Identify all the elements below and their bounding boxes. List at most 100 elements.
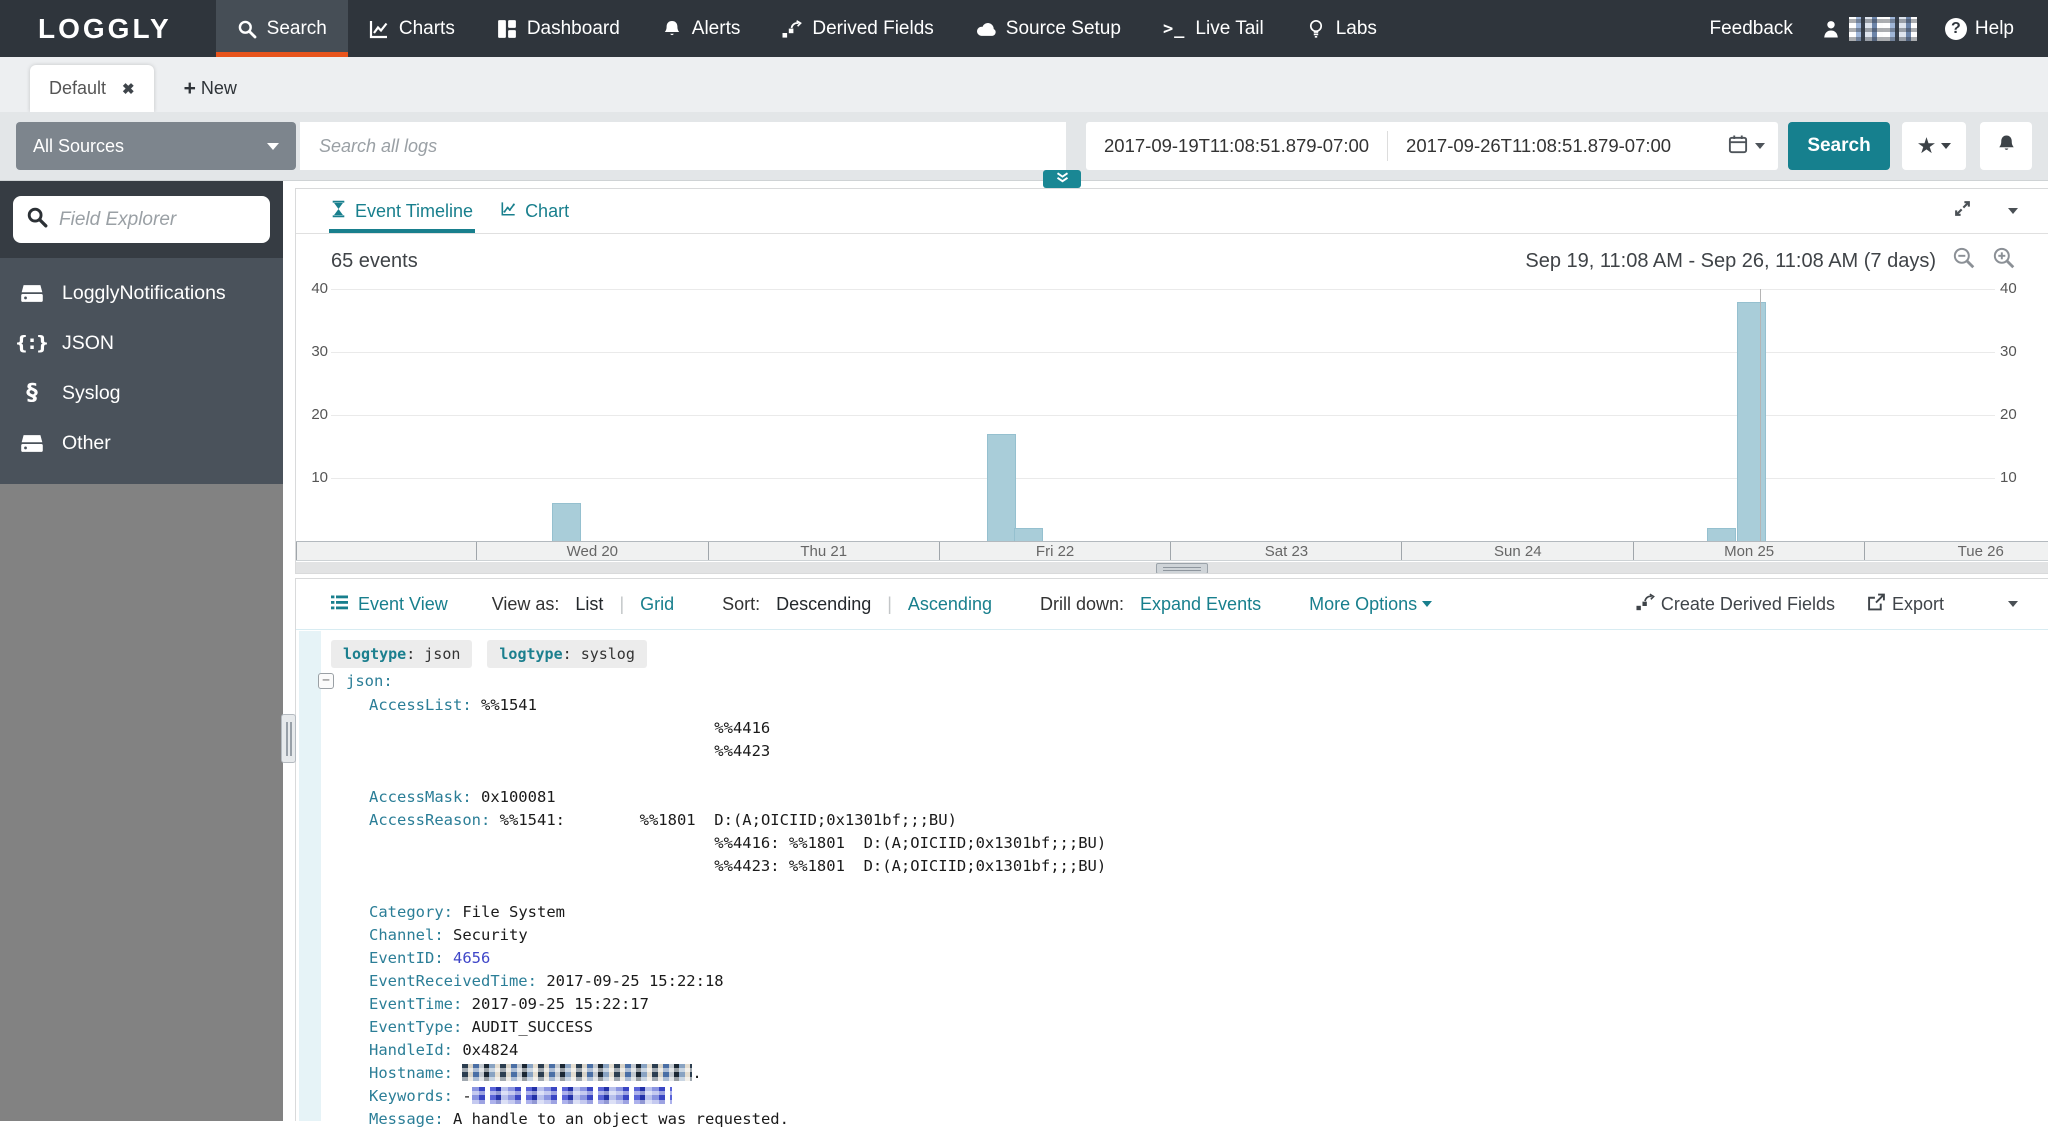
event-row-gutter[interactable] <box>299 631 321 1121</box>
user-menu[interactable] <box>1821 17 1917 41</box>
x-axis-label: Mon 25 <box>1633 542 1864 560</box>
search-row: All Sources 2017-09-19T11:08:51.879-07:0… <box>0 112 2048 181</box>
y-tick-label: 30 <box>2000 343 2030 360</box>
view-as-list[interactable]: List <box>575 594 603 615</box>
search-input[interactable] <box>300 122 1066 170</box>
alerts-bell-button[interactable] <box>1980 122 2032 170</box>
chart-bar[interactable] <box>1737 302 1766 541</box>
chevron-down-icon[interactable] <box>2008 208 2018 214</box>
sidebar-item-label: LogglyNotifications <box>62 282 226 305</box>
logtype-badge[interactable]: logtype: json <box>331 640 472 668</box>
log-line: AccessReason: %%1541: %%1801 D:(A;OICIID… <box>369 809 1106 832</box>
log-key[interactable]: EventID: <box>369 949 453 967</box>
x-axis-label: Thu 21 <box>708 542 939 560</box>
nav-item-search[interactable]: Search <box>216 0 348 57</box>
x-axis-label: Sat 23 <box>1170 542 1401 560</box>
log-value: %%4423 <box>369 742 770 760</box>
log-key[interactable]: EventType: <box>369 1018 472 1036</box>
new-tab-button[interactable]: + New <box>184 65 237 112</box>
chart-line-icon <box>501 200 516 223</box>
log-value: %%1541: %%1801 D:(A;OICIID;0x1301bf;;;BU… <box>500 811 957 829</box>
search-button[interactable]: Search <box>1788 122 1890 170</box>
x-axis-band: Wed 20Thu 21Fri 22Sat 23Sun 24Mon 25Tue … <box>296 541 2048 561</box>
timeline-scrollbar[interactable] <box>296 562 2048 574</box>
log-value: 0x4824 <box>462 1041 518 1059</box>
nav-item-alerts[interactable]: Alerts <box>641 0 762 57</box>
log-value: A handle to an object was requested. <box>453 1110 789 1128</box>
tab-chart[interactable]: Chart <box>501 189 569 233</box>
close-icon[interactable]: ✖ <box>122 80 135 98</box>
labs-icon <box>1306 19 1326 39</box>
all-sources-dropdown[interactable]: All Sources <box>16 122 296 170</box>
bell-icon <box>1996 133 2017 159</box>
collapse-search-bar-button[interactable] <box>1043 170 1081 188</box>
expand-events-link[interactable]: Expand Events <box>1140 594 1261 615</box>
drive-icon <box>19 283 45 304</box>
nav-item-live-tail[interactable]: >_ Live Tail <box>1142 0 1285 57</box>
chevron-double-down-icon <box>1055 170 1070 188</box>
log-key[interactable]: HandleId: <box>369 1041 462 1059</box>
search-icon <box>26 206 48 233</box>
log-key[interactable]: EventTime: <box>369 995 472 1013</box>
nav-item-source-setup[interactable]: Source Setup <box>955 0 1142 57</box>
chart-bar[interactable] <box>552 503 581 541</box>
sidebar-item-json[interactable]: {:} JSON <box>0 318 283 368</box>
saved-searches-button[interactable]: ★ <box>1902 122 1966 170</box>
zoom-out-icon[interactable] <box>1952 246 1976 276</box>
field-explorer-input[interactable] <box>59 209 257 231</box>
json-log-lines: AccessList: %%1541 %%4416 %%4423AccessMa… <box>369 694 1106 1131</box>
sidebar-resize-handle[interactable] <box>281 714 296 763</box>
export-button[interactable]: Export <box>1867 593 1944 616</box>
log-key[interactable]: AccessReason: <box>369 811 500 829</box>
sort-ascending[interactable]: Ascending <box>908 594 992 615</box>
sidebar-item-syslog[interactable]: § Syslog <box>0 368 283 418</box>
source-groups-list: LogglyNotifications {:} JSON § Syslog Ot… <box>0 258 283 484</box>
date-to-field[interactable]: 2017-09-26T11:08:51.879-07:00 <box>1388 135 1689 157</box>
nav-item-label: Derived Fields <box>812 18 933 40</box>
log-key[interactable]: Hostname: <box>369 1064 462 1082</box>
nav-item-derived-fields[interactable]: Derived Fields <box>761 0 954 57</box>
zoom-in-icon[interactable] <box>1992 246 2016 276</box>
chart-bar[interactable] <box>987 434 1016 541</box>
chevron-down-icon[interactable] <box>2008 601 2018 607</box>
collapse-icon[interactable]: − <box>318 673 334 689</box>
log-line: Message: A handle to an object was reque… <box>369 1108 1106 1131</box>
loggly-logo[interactable]: LOGGLY <box>0 0 216 57</box>
create-derived-fields-button[interactable]: Create Derived Fields <box>1636 593 1835 616</box>
nav-item-charts[interactable]: Charts <box>348 0 476 57</box>
event-view-title[interactable]: Event View <box>331 594 448 615</box>
tab-event-timeline[interactable]: Event Timeline <box>331 189 473 233</box>
top-nav: LOGGLY Search Charts Dashboard Alerts <box>0 0 2048 57</box>
log-key[interactable]: Channel: <box>369 926 453 944</box>
view-as-grid[interactable]: Grid <box>640 594 674 615</box>
calendar-picker[interactable] <box>1728 134 1778 159</box>
log-key[interactable]: Message: <box>369 1110 453 1128</box>
chart-bar[interactable] <box>1014 528 1043 541</box>
tab-default[interactable]: Default ✖ <box>30 65 154 112</box>
logtype-badge[interactable]: logtype: syslog <box>487 640 646 668</box>
derived-fields-icon <box>782 19 802 39</box>
log-key[interactable]: Keywords: <box>369 1087 462 1105</box>
sidebar-item-other[interactable]: Other <box>0 418 283 468</box>
help-menu[interactable]: ? Help <box>1945 18 2014 40</box>
sidebar-item-logglynotifications[interactable]: LogglyNotifications <box>0 268 283 318</box>
feedback-link[interactable]: Feedback <box>1709 18 1792 40</box>
log-key[interactable]: AccessMask: <box>369 788 481 806</box>
log-key[interactable]: Category: <box>369 903 462 921</box>
chart-bar[interactable] <box>1707 528 1736 541</box>
sort-descending[interactable]: Descending <box>776 594 871 615</box>
nav-item-labs[interactable]: Labs <box>1285 0 1398 57</box>
y-tick-label: 10 <box>298 469 328 486</box>
star-icon: ★ <box>1917 133 1937 159</box>
more-options-menu[interactable]: More Options <box>1309 594 1432 615</box>
log-key[interactable]: AccessList: <box>369 696 481 714</box>
events-count: 65 events <box>331 250 418 273</box>
timeline-scrollbar-handle[interactable] <box>1156 563 1208 574</box>
y-tick-label: 20 <box>2000 406 2030 423</box>
log-key[interactable]: EventReceivedTime: <box>369 972 546 990</box>
date-from-field[interactable]: 2017-09-19T11:08:51.879-07:00 <box>1086 135 1387 157</box>
sidebar-item-label: JSON <box>62 332 114 355</box>
expand-panel-icon[interactable] <box>1953 199 1972 223</box>
drill-down-label: Drill down: <box>1040 594 1124 615</box>
nav-item-dashboard[interactable]: Dashboard <box>476 0 641 57</box>
